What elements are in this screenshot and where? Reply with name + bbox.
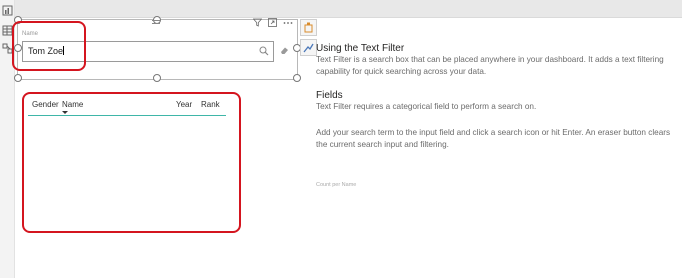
help-title-fields: Fields <box>316 90 343 101</box>
search-input[interactable]: Tom Zoe <box>22 41 274 62</box>
model-view-icon[interactable] <box>2 43 13 54</box>
filter-icon[interactable] <box>253 18 262 27</box>
resize-handle[interactable] <box>153 74 161 82</box>
format-pane-icon <box>304 22 313 33</box>
table-view-icon[interactable] <box>2 25 13 36</box>
field-caption: Name <box>22 31 39 37</box>
help-title-usage: Using the Text Filter <box>316 43 405 54</box>
top-bar <box>0 0 682 18</box>
resize-handle[interactable] <box>14 74 22 82</box>
count-per-name-label: Count per Name <box>316 182 357 188</box>
resize-handle[interactable] <box>14 44 22 52</box>
search-input-value[interactable]: Tom Zoe <box>28 46 65 56</box>
focus-mode-icon[interactable] <box>268 18 277 27</box>
table-visual[interactable]: Gender Name Year Rank <box>25 93 237 229</box>
sort-descending-icon[interactable] <box>62 111 68 114</box>
search-icon[interactable] <box>259 46 269 56</box>
drag-grip-icon[interactable] <box>151 19 161 25</box>
analytics-pane-button[interactable] <box>300 39 317 56</box>
visual-header <box>253 18 293 27</box>
report-view-icon[interactable] <box>2 5 13 16</box>
help-section-usage: Using the Text Filter Text Filter is a s… <box>316 43 676 77</box>
column-header-rank[interactable]: Rank <box>201 100 220 109</box>
help-body-fields: Text Filter requires a categorical field… <box>316 102 537 111</box>
view-rail <box>0 0 15 278</box>
resize-handle[interactable] <box>14 16 22 24</box>
more-options-icon[interactable] <box>283 18 293 27</box>
column-header-gender[interactable]: Gender <box>32 100 59 109</box>
header-divider <box>28 115 226 116</box>
resize-handle[interactable] <box>293 74 301 82</box>
help-body-search: Add your search term to the input field … <box>316 128 671 149</box>
format-pane-button[interactable] <box>300 19 317 36</box>
help-section-search: Add your search term to the input field … <box>316 127 676 150</box>
column-header-name[interactable]: Name <box>62 100 83 109</box>
help-section-fields: Fields Text Filter requires a categorica… <box>316 90 676 113</box>
column-header-year[interactable]: Year <box>176 100 192 109</box>
help-body-usage: Text Filter is a search box that can be … <box>316 55 664 76</box>
eraser-icon[interactable] <box>280 46 289 55</box>
analytics-pane-icon <box>303 43 314 53</box>
text-filter-visual[interactable]: Name Tom Zoe <box>14 16 301 82</box>
